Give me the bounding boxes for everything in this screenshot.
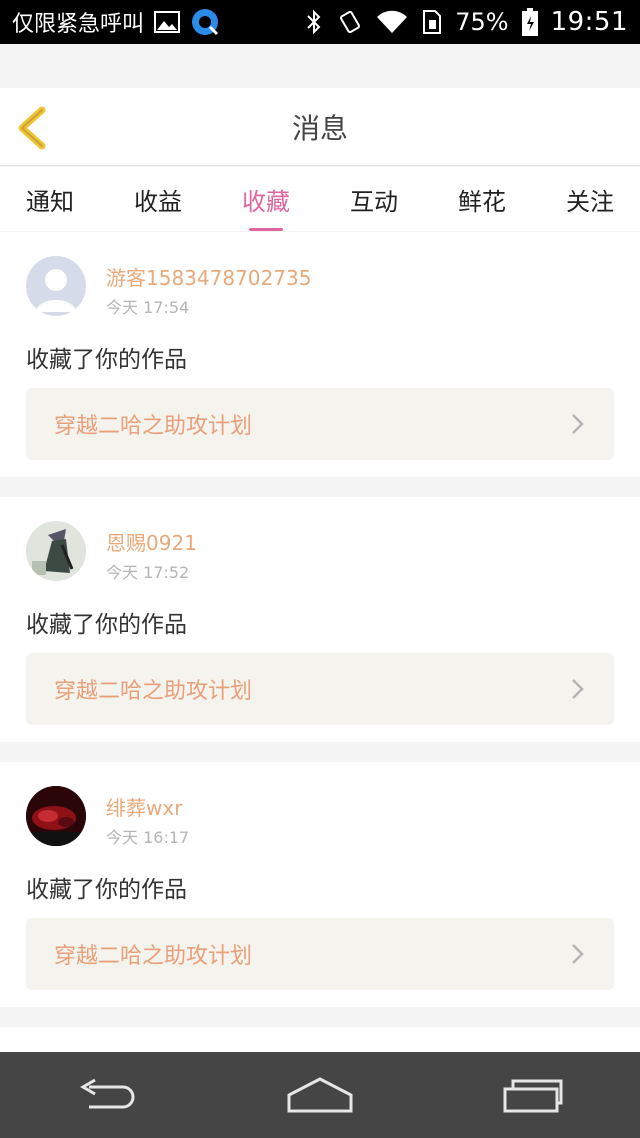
username[interactable]: 绯葬wxr <box>106 792 182 821</box>
nav-back-button[interactable] <box>67 1070 147 1120</box>
status-bar: 仅限紧急呼叫 75% 19:51 <box>0 0 640 44</box>
username[interactable]: 游客1583478702735 <box>106 262 311 291</box>
system-nav-bar <box>0 1052 640 1138</box>
tab-notify[interactable]: 通知 <box>26 182 74 217</box>
work-link[interactable]: 穿越二哈之助攻计划 <box>26 388 614 460</box>
tab-interaction[interactable]: 互动 <box>350 182 398 217</box>
tab-earnings[interactable]: 收益 <box>134 182 182 217</box>
sim-icon <box>421 8 443 36</box>
tab-label: 鲜花 <box>458 187 506 216</box>
message-card: 游客1583478702735 今天 17:54 收藏了你的作品 穿越二哈之助攻… <box>0 232 640 477</box>
message-card: 恩赐0921 今天 17:52 收藏了你的作品 穿越二哈之助攻计划 <box>0 497 640 742</box>
status-time: 19:51 <box>550 7 628 37</box>
page-title: 消息 <box>291 111 348 145</box>
tab-flowers[interactable]: 鲜花 <box>458 182 506 217</box>
chevron-right-icon <box>572 679 584 699</box>
wifi-icon <box>375 9 409 35</box>
vibrate-icon <box>335 8 363 36</box>
message-time: 今天 16:17 <box>106 828 190 847</box>
message-time: 今天 17:52 <box>106 563 190 582</box>
image-icon <box>154 10 181 34</box>
work-link[interactable]: 穿越二哈之助攻计划 <box>26 653 614 725</box>
tab-bar: 通知 收益 收藏 互动 鲜花 关注 <box>0 167 640 231</box>
tab-label: 收益 <box>134 187 182 216</box>
battery-icon <box>521 7 539 37</box>
chevron-right-icon <box>572 414 584 434</box>
tab-label: 收藏 <box>242 187 290 216</box>
message-time: 今天 17:54 <box>106 298 190 317</box>
chevron-left-icon <box>18 106 46 150</box>
header: 消息 <box>0 88 640 166</box>
nav-home-button[interactable] <box>280 1070 360 1120</box>
active-tab-indicator <box>249 227 283 231</box>
message-list: 游客1583478702735 今天 17:54 收藏了你的作品 穿越二哈之助攻… <box>0 232 640 1067</box>
work-title: 穿越二哈之助攻计划 <box>54 414 253 439</box>
chevron-right-icon <box>572 944 584 964</box>
nav-recents-button[interactable] <box>493 1070 573 1120</box>
message-card: 绯葬wxr 今天 16:17 收藏了你的作品 穿越二哈之助攻计划 <box>0 762 640 1007</box>
message-text: 收藏了你的作品 <box>26 347 187 373</box>
home-icon <box>287 1077 353 1113</box>
screen: 仅限紧急呼叫 75% 19:51 消息 通知 收益 收藏 互动 鲜花 关注 游客… <box>0 0 640 1138</box>
back-icon <box>79 1078 135 1109</box>
app-icon <box>190 7 220 37</box>
work-link[interactable]: 穿越二哈之助攻计划 <box>26 918 614 990</box>
back-button[interactable] <box>14 106 54 150</box>
avatar[interactable] <box>26 521 86 581</box>
tab-label: 互动 <box>350 187 398 216</box>
status-text: 仅限紧急呼叫 <box>12 12 145 37</box>
message-text: 收藏了你的作品 <box>26 877 187 903</box>
battery-percent: 75% <box>455 8 509 36</box>
tab-favorites[interactable]: 收藏 <box>242 182 290 231</box>
avatar[interactable] <box>26 256 86 316</box>
tab-follow[interactable]: 关注 <box>566 182 614 217</box>
recents-icon <box>503 1079 563 1113</box>
work-title: 穿越二哈之助攻计划 <box>54 679 253 704</box>
work-title: 穿越二哈之助攻计划 <box>54 944 253 969</box>
message-text: 收藏了你的作品 <box>26 612 187 638</box>
username[interactable]: 恩赐0921 <box>106 527 197 556</box>
tab-label: 关注 <box>566 187 614 216</box>
avatar[interactable] <box>26 786 86 846</box>
tab-label: 通知 <box>26 187 74 216</box>
bluetooth-icon <box>305 8 323 36</box>
